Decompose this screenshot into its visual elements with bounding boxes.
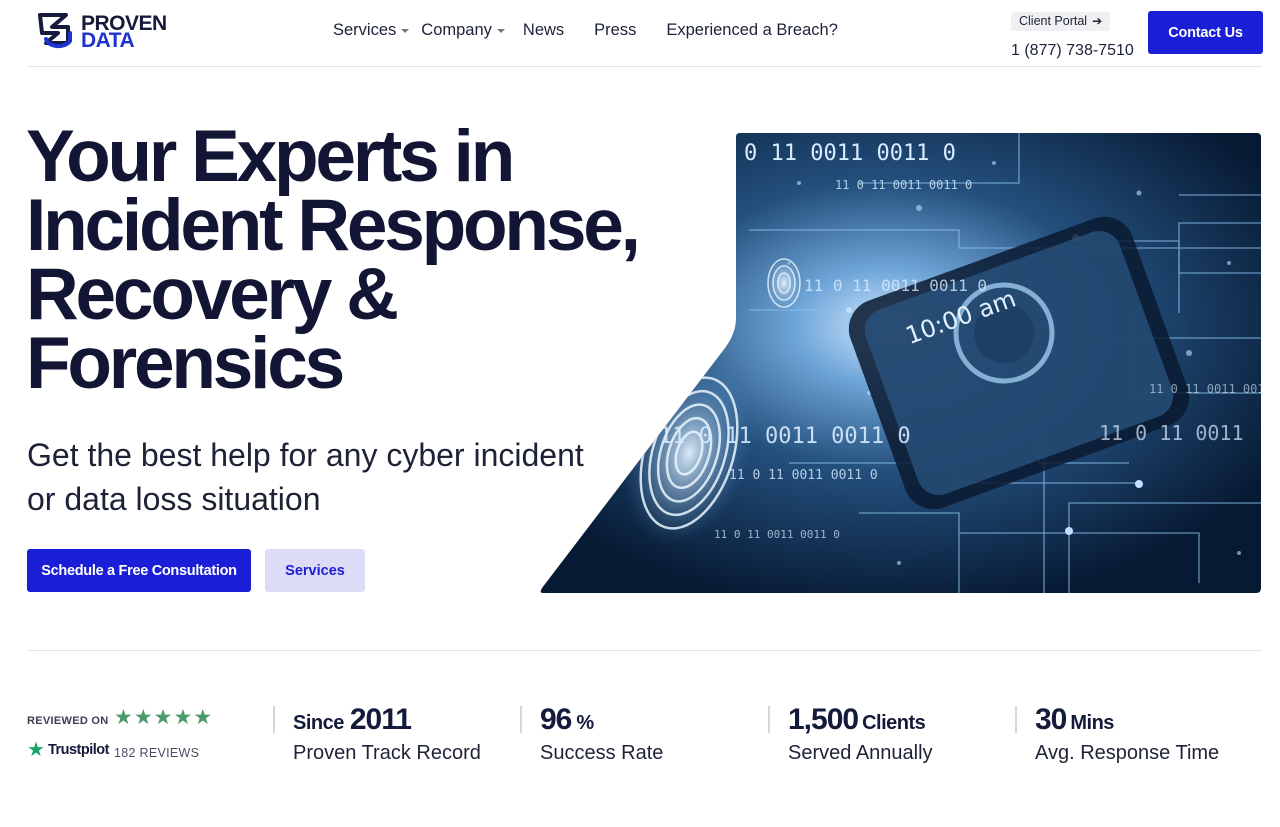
arrow-right-icon: ➔ [1092,14,1103,28]
nav-label: Services [333,21,397,39]
stat-label: Served Annually [788,742,933,764]
binary-text: 11 0 11 0011 [1099,421,1244,445]
nav-label: Press [594,21,637,39]
nav-item-press[interactable]: Press [594,21,636,40]
hero-image: 10:00 am 0 11 0011 0011 0 11 0 11 0011 0… [540,133,1261,593]
trustpilot-name: Trustpilot [47,742,110,758]
client-portal-label: Client Portal [1019,14,1088,28]
page: PROVEN DATA Services Company News Press … [0,0,1280,827]
binary-text: 11 0 11 0011 0011 0 [714,528,840,541]
contact-us-button[interactable]: Contact Us [1148,11,1263,54]
stat-suffix: Clients [862,712,926,734]
stats-divider [27,650,1262,651]
chevron-down-icon [496,29,505,33]
site-header: PROVEN DATA Services Company News Press … [0,0,1280,67]
binary-text: 11 0 11 0011 0011 0 [1149,382,1261,396]
stat-separator [1015,706,1017,733]
nav-label: Company [421,21,492,39]
star-icon: ★ [173,706,193,729]
nav-item-breach[interactable]: Experienced a Breach? [666,21,838,40]
stat-suffix: % [576,712,594,734]
hero-subtitle: Get the best help for any cyber incident… [27,437,584,517]
nav-item-services[interactable]: Services [333,21,410,40]
binary-text: 11 0 11 0011 0011 0 [804,276,987,295]
phone-number[interactable]: 1 (877) 738-7510 [1011,42,1134,60]
stat-value-row: 96 % [540,703,663,741]
nav-label: Experienced a Breach? [666,21,838,39]
schedule-consultation-button[interactable]: Schedule a Free Consultation [27,549,251,592]
nav-label: News [522,21,565,39]
stat-success-rate: 96 % Success Rate [540,703,663,765]
stat-since: Since 2011 Proven Track Record [293,703,481,765]
stat-value-row: Since 2011 [293,703,481,741]
header-divider [27,66,1262,67]
stat-prefix: Since [293,712,344,734]
star-icon: ★ [153,706,173,729]
stat-value: 30 [1035,703,1067,736]
nav-item-company[interactable]: Company [421,21,505,40]
services-button[interactable]: Services [265,549,365,592]
stat-label: Proven Track Record [293,742,481,764]
star-icon: ★ [193,706,213,729]
brand-mark-icon [38,13,72,48]
rating-stars: ★ ★ ★ ★ ★ [114,707,212,728]
star-icon: ★ [114,706,133,729]
binary-text: 0 11 0011 0011 0 [744,141,956,166]
stat-value-row: 1,500 Clients [788,703,933,741]
main-nav: Services Company News Press Experienced … [333,21,838,40]
trustpilot-star-icon: ★ [27,739,45,761]
chevron-down-icon [401,29,410,33]
binary-text: 11 0 11 0011 0011 0 [659,424,911,449]
stat-label: Success Rate [540,742,664,764]
star-icon: ★ [133,706,153,729]
stat-value-row: 30 Mins [1035,703,1219,741]
stat-separator [520,706,522,733]
binary-text: 11 0 11 0011 0011 0 [835,178,972,192]
stat-clients: 1,500 Clients Served Annually [788,703,933,765]
review-count: 182 REVIEWS [114,746,200,760]
stat-value: 1,500 [788,703,859,736]
brand-wordmark: PROVEN DATA [81,13,167,51]
stat-suffix: Mins [1070,712,1114,734]
binary-text: 11 0 11 0011 0011 0 [729,468,878,483]
nav-item-news[interactable]: News [523,21,564,40]
client-portal-link[interactable]: Client Portal ➔ [1011,12,1111,31]
stat-response-time: 30 Mins Avg. Response Time [1035,703,1219,765]
brand-logo[interactable]: PROVEN DATA [38,13,167,51]
stat-separator [768,706,770,733]
trustpilot-logo[interactable]: ★ Trustpilot [27,739,110,761]
reviewed-on-label: REVIEWED ON [27,715,109,727]
stat-value: 96 [540,703,572,736]
stat-separator [273,706,275,733]
stat-value: 2011 [349,703,412,736]
stat-label: Avg. Response Time [1035,742,1220,764]
